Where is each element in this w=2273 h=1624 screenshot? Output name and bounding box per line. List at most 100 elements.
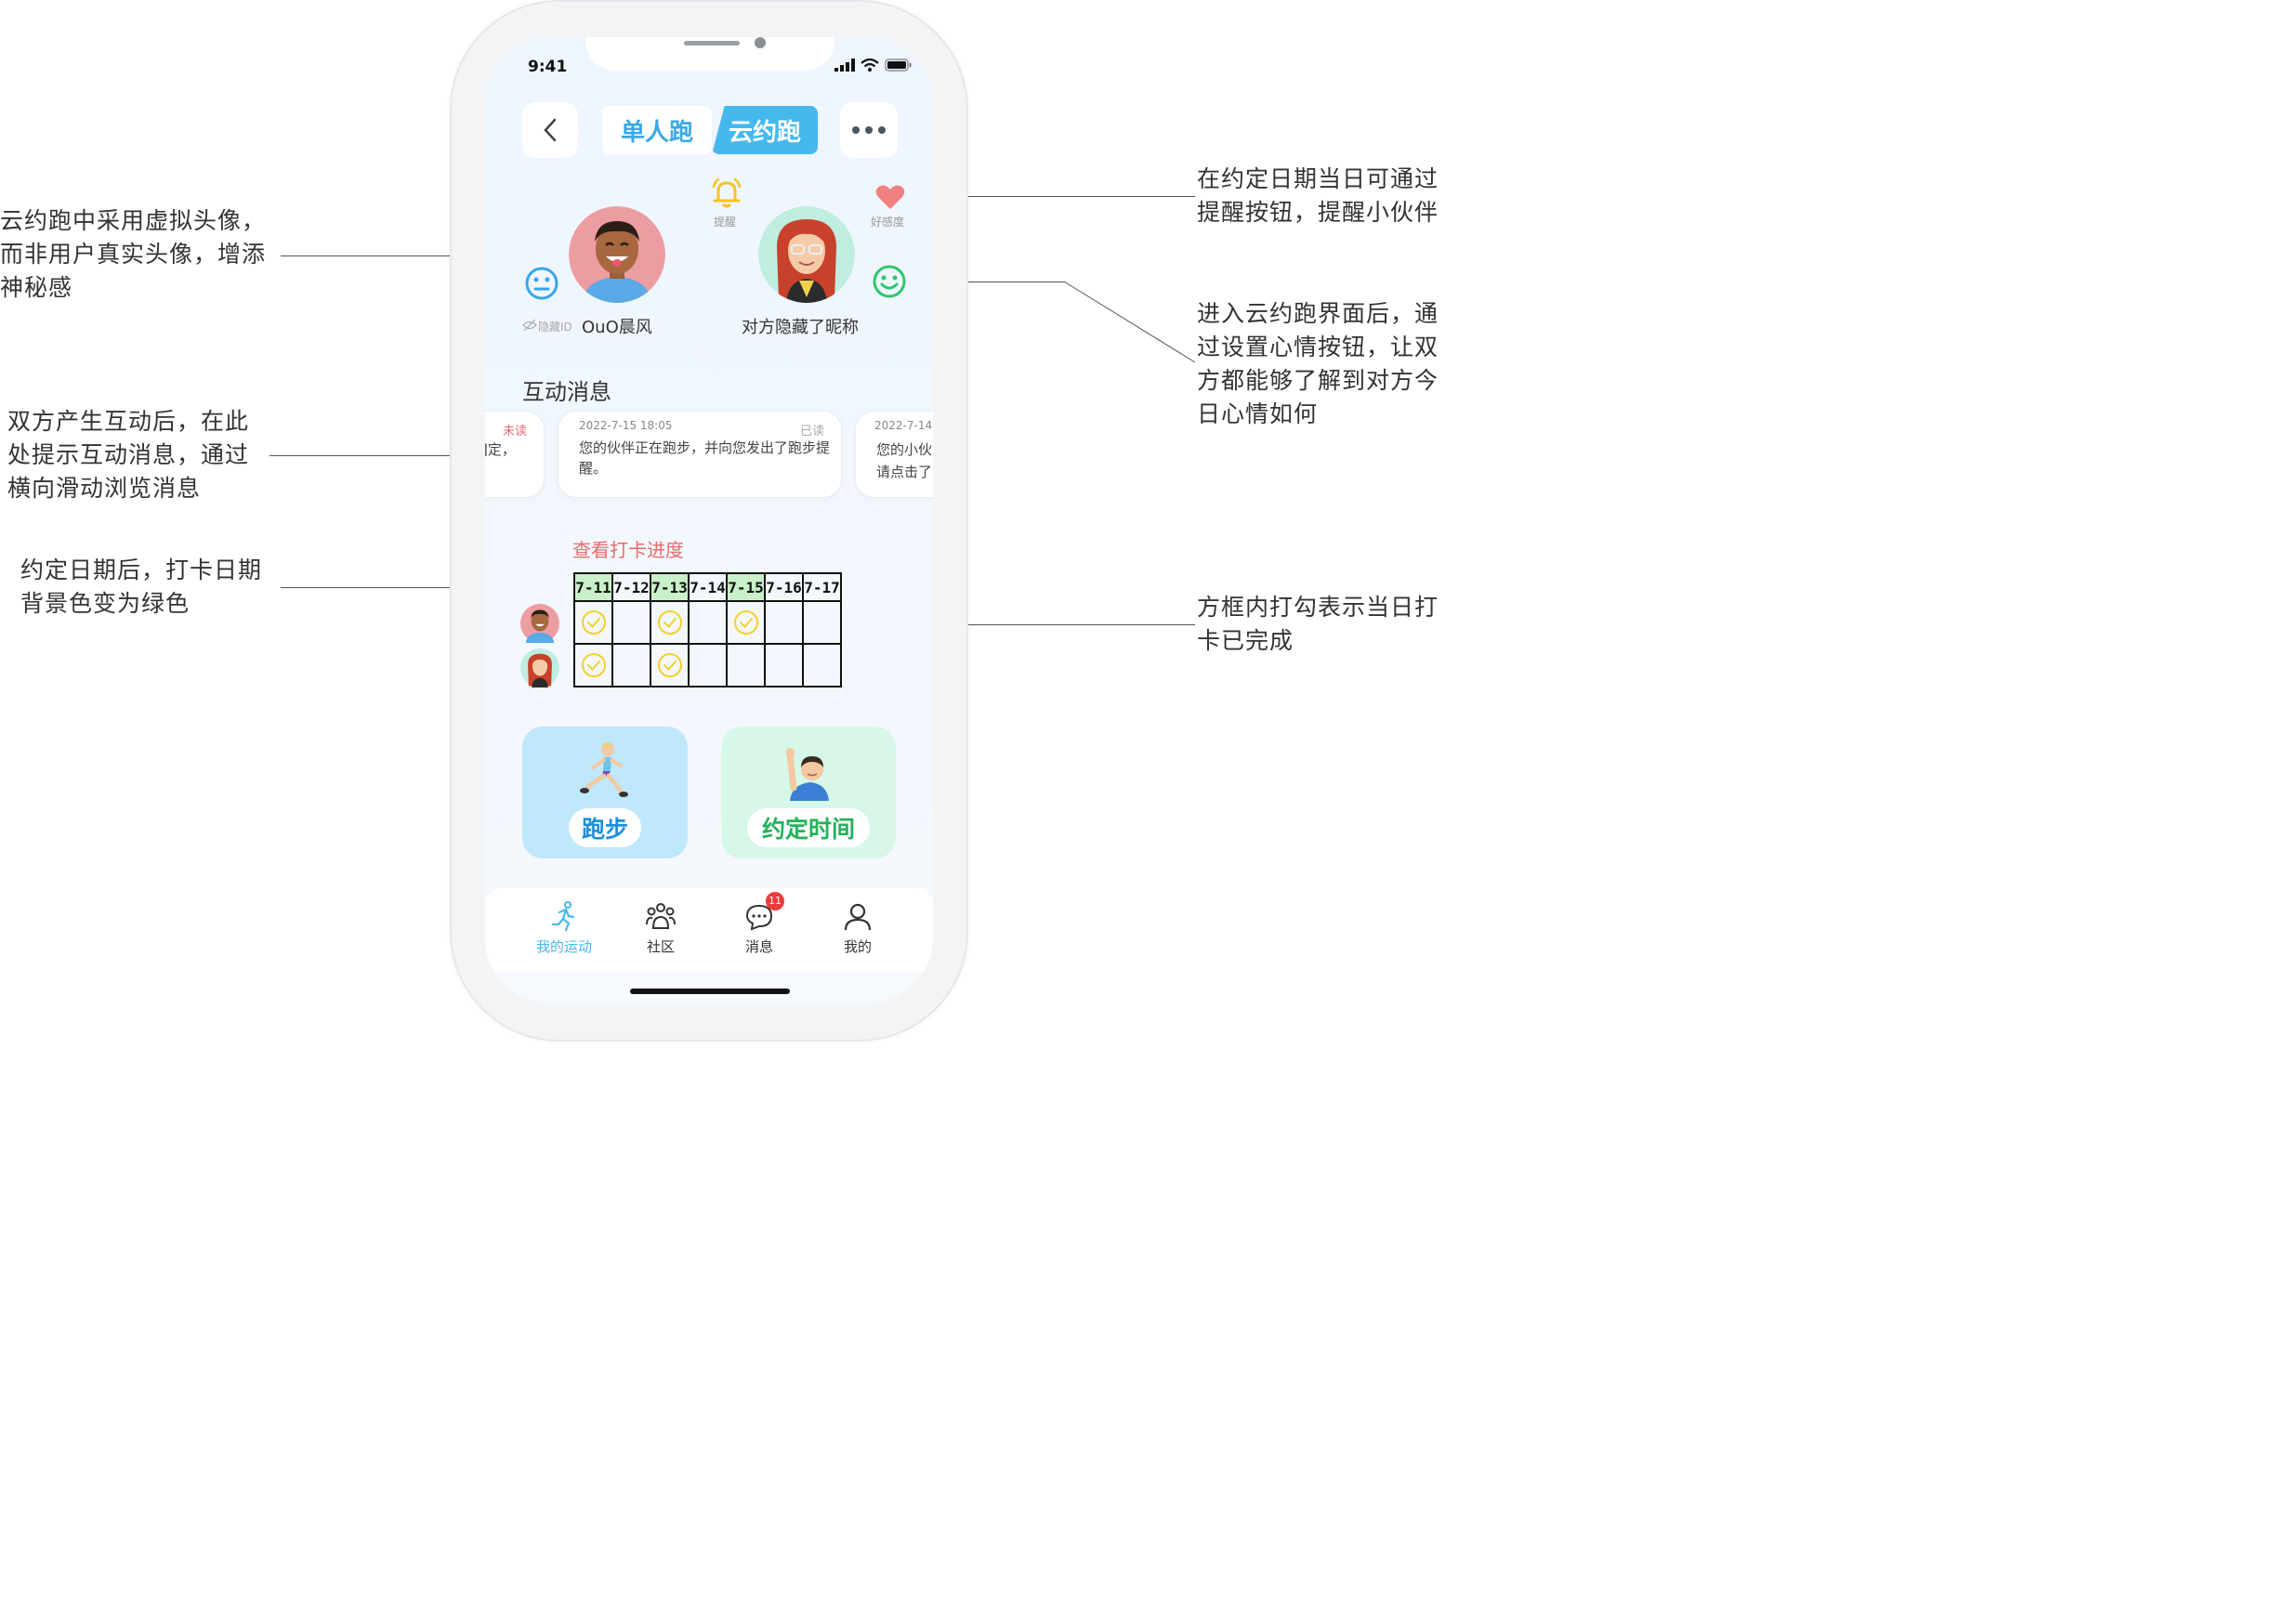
running-icon — [551, 901, 575, 932]
message-status: 已读 — [799, 425, 824, 439]
more-dot-icon — [878, 126, 886, 134]
date-cell: 7-17 — [802, 572, 842, 602]
raising-hand-icon — [786, 748, 829, 801]
run-card[interactable]: 跑步 — [522, 727, 688, 858]
back-button[interactable] — [522, 102, 578, 158]
message-card[interactable]: 2022-7-14 您的小伙 请点击了 — [855, 411, 933, 498]
checkin-cell — [573, 643, 613, 688]
checkin-cell — [688, 643, 728, 688]
section-title-messages: 互动消息 — [522, 379, 611, 405]
annotation-mood: 进入云约跑界面后，通 过设置心情按钮，让双 方都能够了解到对方今 日心情如何 — [1197, 300, 1439, 427]
check-circle-icon — [581, 653, 606, 677]
signal-icon — [834, 59, 855, 72]
annotation-avatar: 云约跑中采用虚拟头像， 而非用户真实头像，增添 神秘感 — [0, 207, 267, 301]
tab-cloud-run[interactable]: 云约跑 — [712, 106, 818, 154]
tab-my-sport[interactable]: 我的运动 — [522, 897, 606, 956]
battery-icon — [885, 59, 912, 72]
partner-name: 对方隐藏了昵称 — [742, 318, 859, 337]
schedule-card[interactable]: 约定时间 — [721, 727, 896, 858]
tab-bar: 我的运动 社区 11 消息 我的 — [485, 888, 933, 972]
date-cell: 7-16 — [764, 572, 804, 602]
message-text: 请点击了 — [876, 464, 933, 480]
my-checkin-row — [573, 600, 842, 645]
camera — [755, 37, 766, 48]
my-name: OuO晨风 — [582, 318, 652, 337]
checkin-cell — [726, 643, 766, 688]
tab-single-run[interactable]: 单人跑 — [602, 106, 712, 154]
checkin-cell — [611, 643, 651, 688]
user-icon — [844, 903, 872, 931]
checkin-cell — [650, 600, 690, 645]
checkin-cell — [688, 600, 728, 645]
checkin-cell — [611, 600, 651, 645]
tab-label: 我的运动 — [535, 938, 592, 955]
more-dot-icon — [865, 126, 873, 134]
date-cell: 7-11 — [573, 572, 613, 602]
message-text: 您的伙伴正在跑步，并向您发出了跑步提醒。 — [579, 439, 831, 477]
more-button[interactable] — [840, 102, 898, 158]
annotation-remind: 在约定日期当日可通过 提醒按钮，提醒小伙伴 — [1197, 165, 1439, 226]
check-circle-icon — [581, 610, 606, 635]
home-indicator[interactable] — [630, 989, 790, 994]
tab-community[interactable]: 社区 — [619, 897, 703, 956]
more-dot-icon — [852, 126, 860, 134]
status-icons — [834, 58, 913, 72]
check-circle-icon — [657, 610, 682, 635]
speaker — [684, 41, 740, 46]
partner-avatar — [758, 206, 855, 303]
my-small-avatar — [520, 604, 559, 643]
checkin-header-row: 7-11 7-12 7-13 7-14 7-15 7-16 7-17 — [573, 572, 842, 602]
message-badge: 11 — [766, 892, 784, 910]
checkin-cell — [573, 600, 613, 645]
tab-label: 我的 — [843, 938, 872, 955]
schedule-time-button[interactable]: 约定时间 — [747, 808, 870, 847]
checkin-cell — [802, 643, 842, 688]
status-time: 9:41 — [528, 58, 568, 76]
community-icon — [646, 903, 676, 929]
message-card[interactable]: 未读 ]定， — [485, 411, 545, 498]
remind-label: 提醒 — [714, 216, 737, 229]
annotation-line — [1063, 281, 1196, 363]
message-text: ]定， — [485, 441, 516, 458]
annotation-messages: 双方产生互动后，在此 处提示互动消息，通过 横向滑动浏览消息 — [7, 408, 250, 502]
tab-messages[interactable]: 11 消息 — [717, 892, 801, 956]
favor-label: 好感度 — [871, 216, 905, 229]
checkin-grid: 7-11 7-12 7-13 7-14 7-15 7-16 7-17 — [573, 572, 842, 688]
check-circle-icon — [733, 610, 758, 635]
checkin-cell — [764, 643, 804, 688]
runner-icon — [580, 742, 628, 797]
message-text: 您的小伙 — [876, 441, 933, 458]
checkin-cell — [726, 600, 766, 645]
date-cell: 7-15 — [726, 572, 766, 602]
wifi-icon — [861, 59, 879, 72]
notch — [585, 37, 834, 71]
annotation-check: 方框内打勾表示当日打 卡已完成 — [1197, 594, 1439, 654]
hidden-id-label: 隐藏ID — [538, 321, 572, 334]
checkin-cell — [802, 600, 842, 645]
tab-me[interactable]: 我的 — [816, 897, 900, 956]
date-cell: 7-12 — [611, 572, 651, 602]
phone-screen: 9:41 单人跑 云约跑 提醒 好感度 隐藏ID OuO晨风 对方隐藏了昵称 互… — [485, 37, 933, 1003]
partner-small-avatar — [520, 648, 559, 688]
check-circle-icon — [657, 653, 682, 677]
heart-icon — [875, 185, 905, 209]
annotation-dates: 约定日期后，打卡日期 背景色变为绿色 — [20, 557, 263, 617]
message-status: 未读 — [502, 425, 527, 439]
checkin-cell — [650, 643, 690, 688]
checkin-title[interactable]: 查看打卡进度 — [572, 535, 684, 562]
message-card[interactable]: 2022-7-15 18:05 已读 您的伙伴正在跑步，并向您发出了跑步提醒。 — [558, 411, 842, 498]
message-date: 2022-7-14 — [874, 419, 933, 432]
my-avatar — [569, 206, 665, 303]
message-date: 2022-7-15 18:05 — [579, 419, 673, 432]
run-button[interactable]: 跑步 — [569, 808, 641, 847]
chevron-left-icon — [544, 118, 557, 142]
date-cell: 7-14 — [688, 572, 728, 602]
date-cell: 7-13 — [650, 572, 690, 602]
bell-icon[interactable] — [710, 177, 743, 210]
eye-hidden-icon — [522, 319, 537, 332]
tab-label: 社区 — [646, 938, 675, 955]
happy-mood-icon — [873, 265, 906, 298]
partner-checkin-row — [573, 643, 842, 688]
neutral-mood-icon[interactable] — [524, 266, 559, 301]
tab-label: 消息 — [744, 938, 773, 955]
